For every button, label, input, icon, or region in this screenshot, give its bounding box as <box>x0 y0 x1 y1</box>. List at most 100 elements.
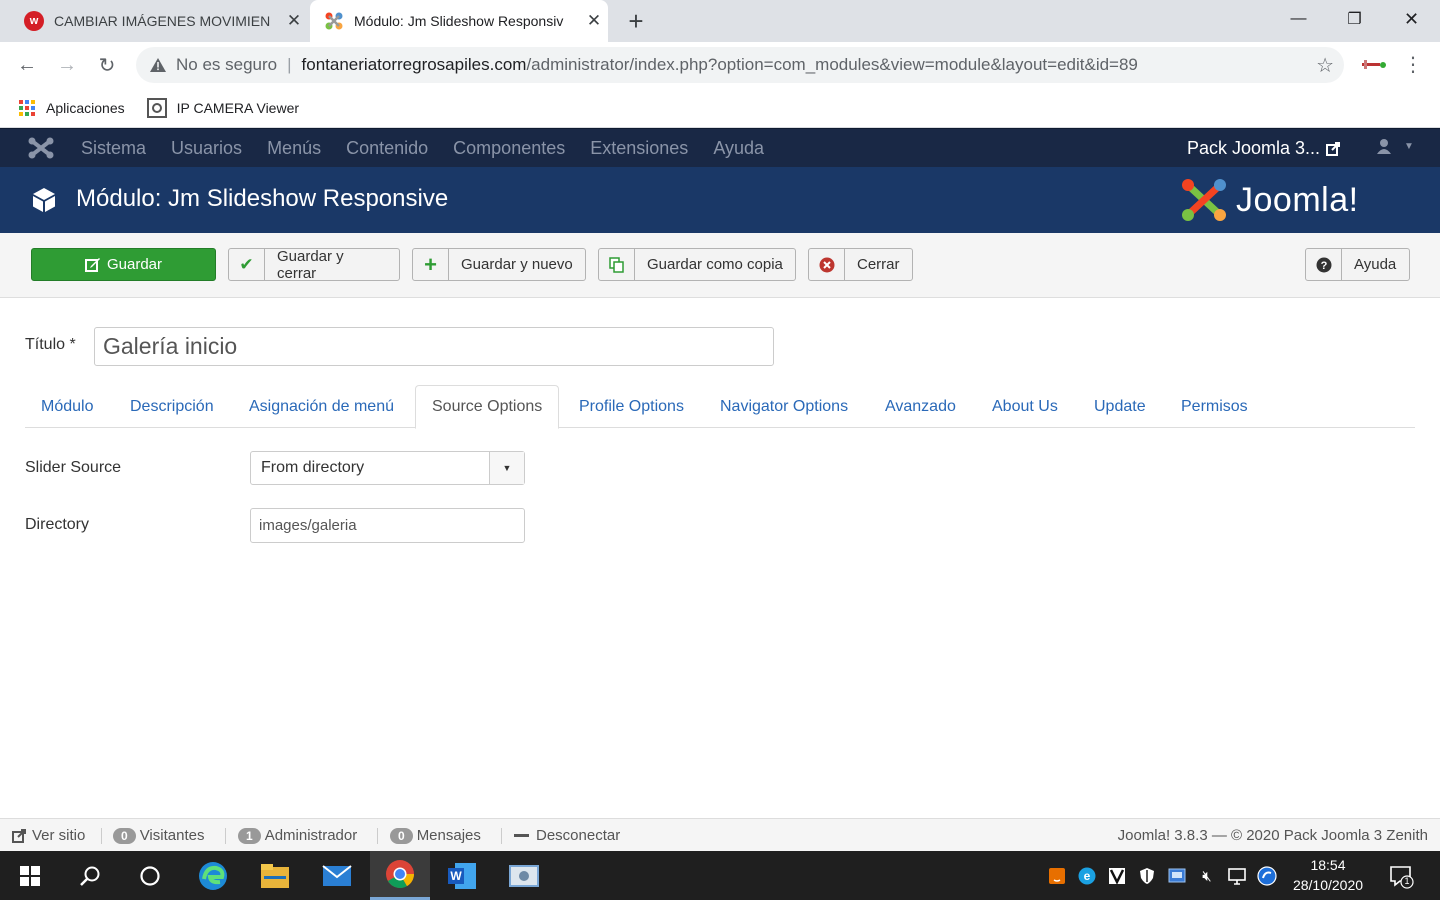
menu-componentes[interactable]: Componentes <box>453 138 565 159</box>
url-path: /administrator/index.php?option=com_modu… <box>526 55 1138 74</box>
menu-usuarios[interactable]: Usuarios <box>171 138 242 159</box>
save-copy-button[interactable]: Guardar como copia <box>598 248 796 281</box>
slider-source-value: From directory <box>261 459 365 476</box>
view-site-link[interactable]: Ver sitio <box>12 827 85 844</box>
check-icon: ✔ <box>229 249 265 280</box>
windows-taskbar: W e 🔇︎ 18:54 28/10/2020 1 <box>0 851 1440 900</box>
bookmark-star-icon[interactable]: ☆ <box>1316 53 1334 78</box>
tab-navigator-options[interactable]: Navigator Options <box>704 385 864 428</box>
camera-viewer-icon <box>146 97 167 118</box>
java-tray-icon[interactable] <box>1046 865 1068 887</box>
site-link-label: Pack Joomla 3... <box>1187 138 1321 158</box>
tab-asignacion-menu[interactable]: Asignación de menú <box>233 385 410 428</box>
save-button[interactable]: Guardar <box>31 248 216 281</box>
bookmark-label: IP CAMERA Viewer <box>176 99 300 116</box>
windows-start-icon[interactable] <box>0 851 60 900</box>
menu-extensiones[interactable]: Extensiones <box>590 138 688 159</box>
menu-contenido[interactable]: Contenido <box>346 138 428 159</box>
tab-profile-options[interactable]: Profile Options <box>563 385 700 428</box>
tab-about-us[interactable]: About Us <box>976 385 1074 428</box>
external-link-icon <box>12 828 26 843</box>
tab-modulo[interactable]: Módulo <box>25 385 109 428</box>
task-view-icon[interactable] <box>120 851 180 900</box>
volume-muted-icon[interactable]: 🔇︎ <box>1196 865 1218 887</box>
tab-avanzado[interactable]: Avanzado <box>869 385 972 428</box>
svg-text:W: W <box>450 869 462 883</box>
save-new-label: Guardar y nuevo <box>461 256 573 273</box>
admin-status[interactable]: 1 Administrador <box>238 827 357 844</box>
tab-close-icon[interactable]: ✕ <box>580 11 608 31</box>
tab-descripcion[interactable]: Descripción <box>114 385 230 428</box>
new-tab-button[interactable]: + <box>622 6 650 37</box>
messages-status[interactable]: 0 Mensajes <box>390 827 481 844</box>
forward-icon[interactable]: → <box>52 50 82 80</box>
title-input[interactable]: Galería inicio <box>94 327 774 366</box>
joomla-favicon-icon <box>324 11 344 31</box>
v-tray-icon[interactable] <box>1106 865 1128 887</box>
save-close-button[interactable]: ✔ Guardar y cerrar <box>228 248 400 282</box>
tab-title: CAMBIAR IMÁGENES MOVIMIEN <box>54 13 271 29</box>
title-label: Título * <box>25 336 76 353</box>
plus-icon: + <box>413 249 449 280</box>
tab-update[interactable]: Update <box>1078 385 1162 428</box>
menu-menus[interactable]: Menús <box>267 138 321 159</box>
site-link[interactable]: Pack Joomla 3... <box>1187 138 1341 159</box>
taskbar-clock[interactable]: 18:54 28/10/2020 <box>1284 855 1372 895</box>
tab-permisos[interactable]: Permisos <box>1165 385 1264 428</box>
close-button[interactable]: Cerrar <box>808 248 913 281</box>
network-app-tray-icon[interactable] <box>1166 865 1188 887</box>
save-new-button[interactable]: + Guardar y nuevo <box>412 248 586 281</box>
slider-source-select[interactable]: From directory ▼ <box>250 451 525 485</box>
directory-input[interactable]: images/galeria <box>250 508 525 543</box>
sync-tray-icon[interactable] <box>1256 865 1278 887</box>
messages-label: Mensajes <box>416 827 481 844</box>
chrome-taskbar-icon[interactable] <box>370 851 430 900</box>
camera-app-icon[interactable] <box>494 851 554 900</box>
reload-icon[interactable]: ↻ <box>92 50 122 80</box>
file-explorer-icon[interactable] <box>245 851 305 900</box>
close-label: Cerrar <box>857 256 900 273</box>
notification-center-icon[interactable]: 1 <box>1388 863 1414 889</box>
save-label: Guardar <box>106 256 163 273</box>
joomla-wordmark: Joomla! <box>1236 180 1359 219</box>
menu-ayuda[interactable]: Ayuda <box>713 138 764 159</box>
address-bar[interactable]: No es seguro | fontaneriatorregrosapiles… <box>136 47 1344 83</box>
network-icon[interactable] <box>1226 865 1248 887</box>
search-icon[interactable] <box>60 851 120 900</box>
restore-icon[interactable]: ❐ <box>1326 0 1383 38</box>
edit-icon <box>84 257 101 273</box>
menu-sistema[interactable]: Sistema <box>81 138 146 159</box>
divider <box>101 828 102 844</box>
page-title: Módulo: Jm Slideshow Responsive <box>76 185 449 212</box>
browser-tab-1[interactable]: w CAMBIAR IMÁGENES MOVIMIEN ✕ <box>12 0 308 42</box>
tab-close-icon[interactable]: ✕ <box>280 11 308 31</box>
visitors-status[interactable]: 0 Visitantes <box>113 827 204 844</box>
shield-tray-icon[interactable] <box>1136 865 1158 887</box>
web-favicon-icon: w <box>24 11 44 31</box>
bookmarks-bar: Aplicaciones IP CAMERA Viewer <box>0 88 1440 128</box>
edge-tray-icon[interactable]: e <box>1076 865 1098 887</box>
logout-link[interactable]: Desconectar <box>514 827 620 844</box>
edge-browser-icon[interactable] <box>183 851 243 900</box>
user-menu[interactable]: ▼ <box>1376 138 1414 154</box>
joomla-logo-icon[interactable] <box>28 137 54 159</box>
mail-icon[interactable] <box>307 851 367 900</box>
clock-date: 28/10/2020 <box>1292 877 1364 893</box>
window-close-icon[interactable]: ✕ <box>1383 0 1440 38</box>
messages-badge: 0 <box>390 827 413 844</box>
back-icon[interactable]: ← <box>12 50 42 80</box>
word-icon[interactable]: W <box>432 851 492 900</box>
minimize-icon[interactable]: — <box>1270 0 1327 38</box>
bookmark-ip-camera[interactable]: IP CAMERA Viewer <box>146 97 300 118</box>
browser-tab-2[interactable]: Módulo: Jm Slideshow Responsiv ✕ <box>310 0 608 42</box>
divider <box>225 828 226 844</box>
help-button[interactable]: ? Ayuda <box>1305 248 1410 281</box>
apps-grid-icon <box>18 99 36 117</box>
browser-tab-strip: w CAMBIAR IMÁGENES MOVIMIEN ✕ Módulo: Jm… <box>0 0 1440 42</box>
svg-text:?: ? <box>1320 260 1327 272</box>
extension-icon[interactable] <box>1360 56 1388 74</box>
chrome-menu-icon[interactable]: ⋮ <box>1398 52 1428 78</box>
bookmark-apps[interactable]: Aplicaciones <box>18 99 125 117</box>
action-toolbar: Guardar ✔ Guardar y cerrar + Guardar y n… <box>0 233 1440 298</box>
tab-source-options[interactable]: Source Options <box>415 385 560 429</box>
